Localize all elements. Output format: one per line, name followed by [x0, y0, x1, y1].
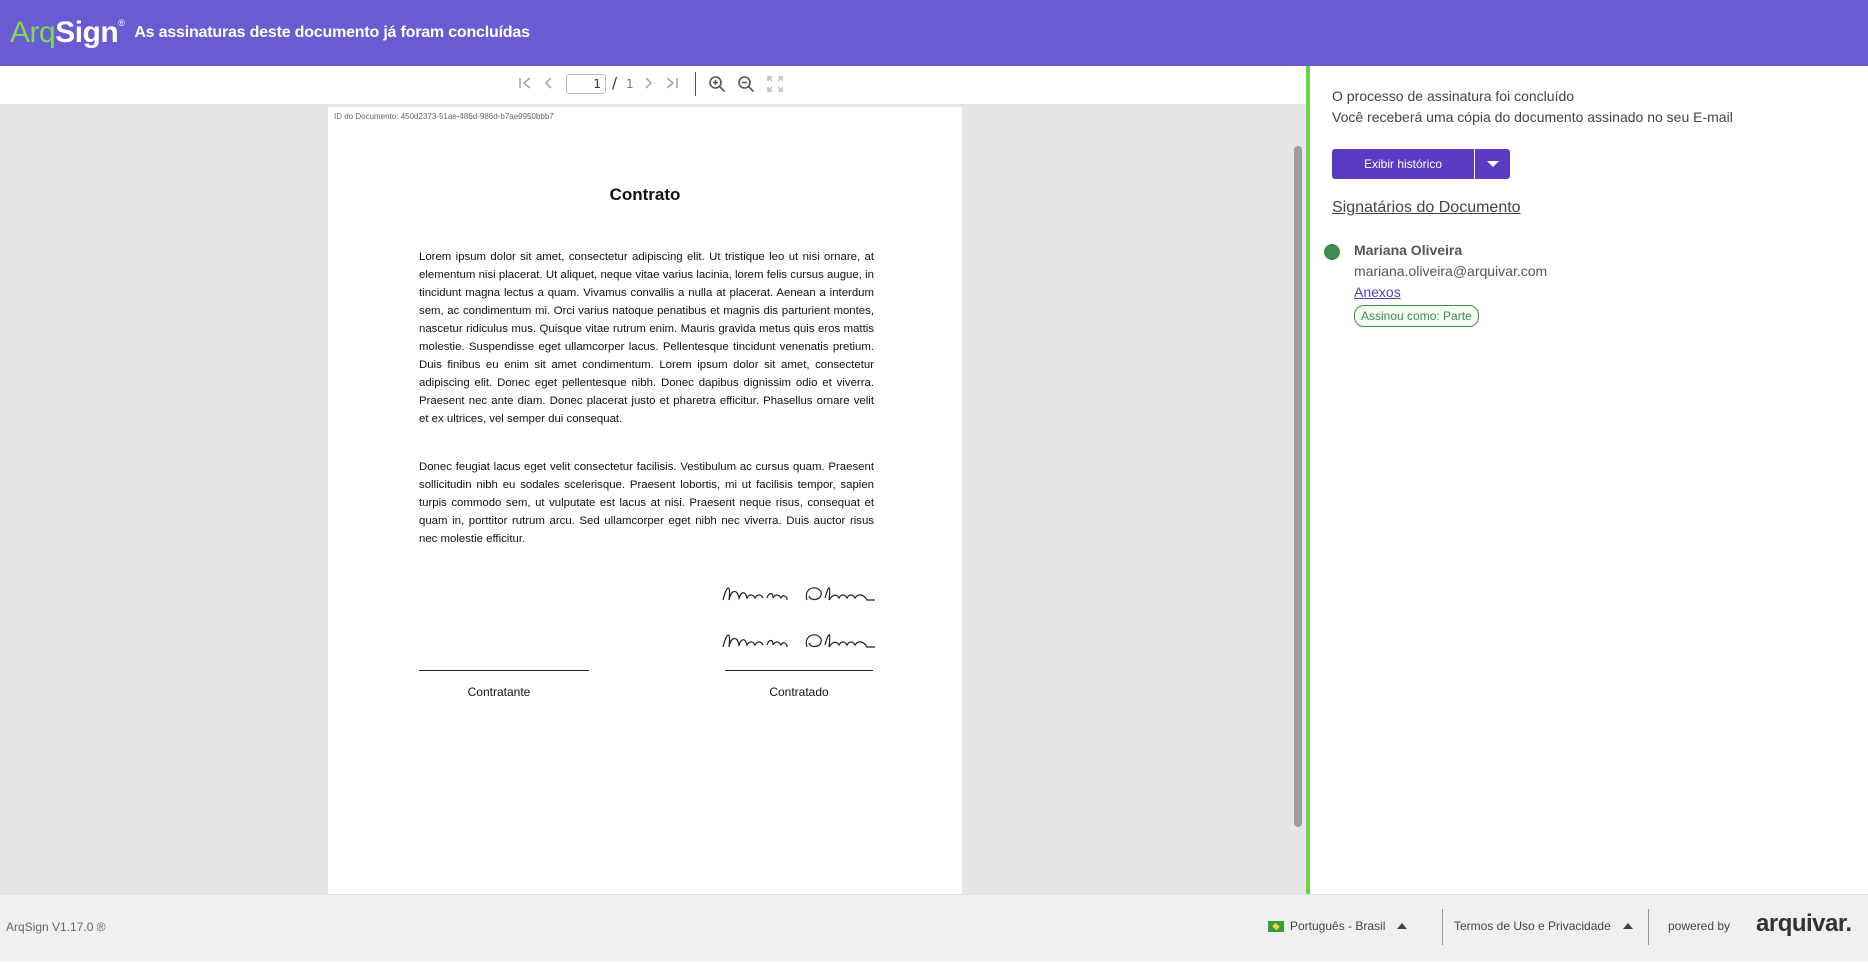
arquivar-logo[interactable]: arquivar.: [1756, 910, 1852, 938]
document-paragraph-2: Donec feugiat lacus eget velit consectet…: [419, 461, 874, 545]
header-title: As assinaturas deste documento já foram …: [134, 24, 530, 41]
document-paragraph-1: Lorem ipsum dolor sit amet, consectetur …: [419, 251, 874, 425]
logo-registered-mark: ®: [118, 18, 125, 28]
signature-image-1: [717, 578, 877, 612]
document-title: Contrato: [609, 185, 681, 204]
language-selector[interactable]: Português - Brasil: [1268, 919, 1408, 933]
logo-sign: Sign: [55, 16, 119, 49]
last-page-icon[interactable]: [662, 75, 682, 95]
page-separator: /: [612, 74, 618, 92]
signature-line-right: [725, 670, 873, 671]
history-button-group: Exibir histórico: [1332, 149, 1510, 179]
footer: ArqSign V1.17.0 ® Português - Brasil Ter…: [0, 894, 1868, 961]
document-viewer: / 1 ID do Documento: 450d2373-51ae-486d-…: [0, 66, 1306, 894]
terms-selector[interactable]: Termos de Uso e Privacidade: [1454, 919, 1633, 933]
footer-divider-1: [1442, 909, 1443, 945]
signature-line-left: [419, 670, 589, 671]
status-line-1: O processo de assinatura foi concluído: [1332, 88, 1575, 104]
status-message: O processo de assinatura foi concluído V…: [1332, 86, 1733, 128]
document-page: ID do Documento: 450d2373-51ae-486d-986d…: [328, 107, 962, 894]
top-header: Arq Sign ® As assinaturas deste document…: [0, 0, 1868, 66]
terms-label: Termos de Uso e Privacidade: [1454, 919, 1611, 933]
label-contratado: Contratado: [769, 685, 829, 699]
history-dropdown-button[interactable]: [1475, 149, 1510, 179]
chevron-up-icon: [1622, 923, 1633, 929]
page-total: 1: [626, 77, 634, 91]
language-label: Português - Brasil: [1290, 919, 1386, 933]
signer-status-dot: [1324, 244, 1340, 260]
signer-name: Mariana Oliveira: [1354, 242, 1463, 258]
toolbar-divider: [695, 72, 696, 96]
signer-attachments-link[interactable]: Anexos: [1354, 284, 1401, 300]
signer-email: mariana.oliveira@arquivar.com: [1354, 263, 1548, 279]
logo-arq: Arq: [10, 16, 56, 49]
label-contratante: Contratante: [467, 685, 531, 699]
chevron-up-icon: [1397, 923, 1408, 929]
powered-by-label: powered by: [1668, 919, 1731, 933]
signature-image-2: [717, 625, 877, 659]
signers-title[interactable]: Signatários do Documento: [1332, 199, 1521, 217]
zoom-out-icon[interactable]: [736, 75, 756, 95]
viewer-scrollbar[interactable]: [1294, 146, 1302, 827]
arqsign-logo: Arq Sign ®: [10, 16, 125, 50]
app-version: ArqSign V1.17.0 ®: [6, 920, 106, 934]
next-page-icon[interactable]: [638, 75, 658, 95]
document-scroll-area[interactable]: ID do Documento: 450d2373-51ae-486d-986d…: [0, 104, 1306, 894]
viewer-toolbar: / 1: [0, 66, 1306, 104]
show-history-button[interactable]: Exibir histórico: [1332, 149, 1474, 179]
signer-role-badge: Assinou como: Parte: [1354, 305, 1479, 327]
document-id: ID do Documento: 450d2373-51ae-486d-986d…: [334, 112, 554, 121]
previous-page-icon[interactable]: [539, 75, 559, 95]
status-line-2: Você receberá uma cópia do documento ass…: [1332, 109, 1733, 125]
signature-panel: O processo de assinatura foi concluído V…: [1310, 66, 1868, 894]
chevron-down-icon: [1486, 161, 1499, 167]
zoom-in-icon[interactable]: [707, 75, 727, 95]
fullscreen-icon[interactable]: [765, 75, 785, 95]
brazil-flag-icon: [1268, 920, 1284, 932]
footer-divider-2: [1648, 909, 1649, 945]
first-page-icon[interactable]: [515, 75, 535, 95]
page-number-input[interactable]: [566, 74, 606, 94]
